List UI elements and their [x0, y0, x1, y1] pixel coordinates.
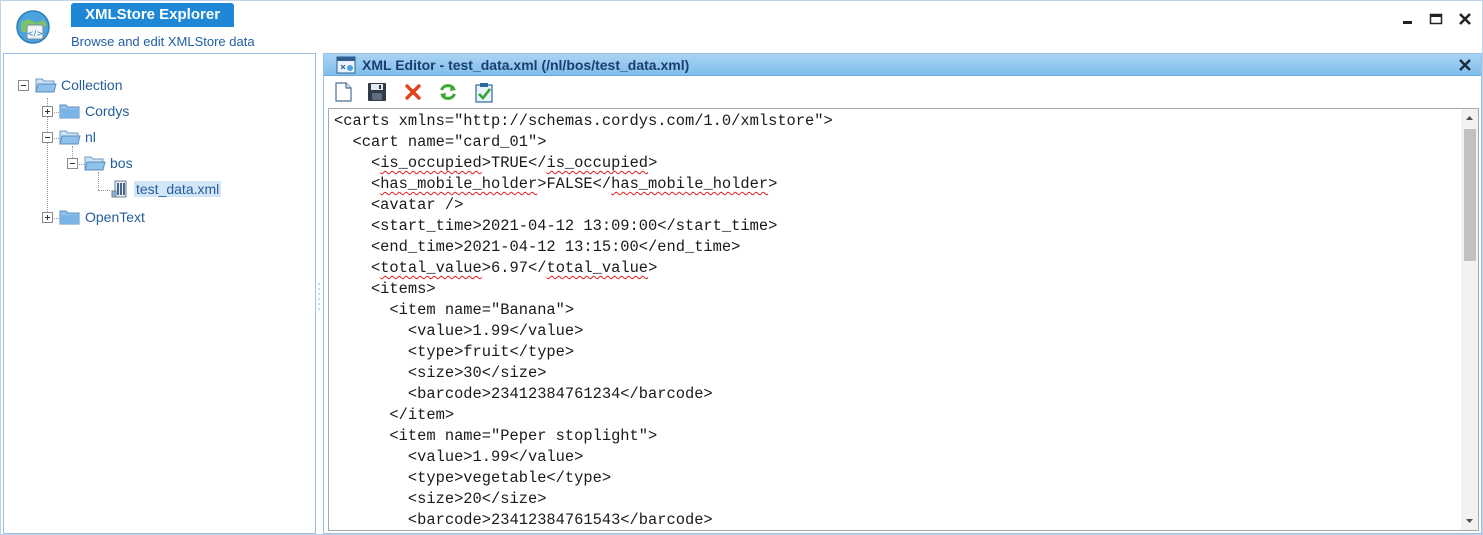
misspelled-token: is_occupied	[546, 154, 649, 172]
code-lines: <carts xmlns="http://schemas.cordys.com/…	[334, 111, 1459, 530]
misspelled-token: has_mobile_holder	[380, 175, 538, 193]
code-token: >	[648, 259, 658, 277]
tree-label-collection: Collection	[61, 77, 123, 93]
misspelled-token: total_value	[380, 259, 482, 277]
close-icon[interactable]	[1457, 57, 1473, 73]
editor-title: XML Editor - test_data.xml (/nl/bos/test…	[362, 57, 690, 73]
code-line: <start_time>2021-04-12 13:09:00</start_t…	[334, 217, 778, 235]
app-header: </> XMLStore Explorer Browse and edit XM…	[1, 1, 1482, 51]
open-folder-icon	[35, 78, 57, 93]
xmlstore-globe-icon: </>	[16, 10, 50, 44]
code-token: >	[768, 175, 778, 193]
scrollbar-thumb[interactable]	[1464, 129, 1476, 261]
code-line: <item name="Banana">	[334, 301, 575, 319]
code-line: <end_time>2021-04-12 13:15:00</end_time>	[334, 238, 741, 256]
delete-icon[interactable]	[402, 81, 424, 103]
folder-icon	[59, 210, 80, 225]
code-token: <	[334, 259, 381, 277]
misspelled-token: is_occupied	[380, 154, 482, 172]
code-line: <has_mobile_holder>FALSE</has_mobile_hol…	[334, 174, 1459, 195]
tree-node-collection[interactable]: Collection	[18, 75, 122, 95]
tree-connector	[98, 190, 110, 191]
code-line: <cart name="card_01">	[334, 133, 547, 151]
open-folder-icon	[84, 156, 106, 171]
code-token: >TRUE</	[481, 154, 547, 172]
collapse-icon[interactable]	[42, 131, 53, 143]
validate-icon[interactable]	[473, 81, 495, 103]
open-folder-icon	[59, 130, 81, 145]
code-line: <total_value>6.97</total_value>	[334, 258, 1459, 279]
collapse-icon[interactable]	[18, 79, 29, 91]
vertical-scrollbar[interactable]	[1461, 109, 1478, 530]
tree-node-opentext[interactable]: OpenText	[42, 207, 145, 227]
app-title: XMLStore Explorer	[71, 3, 235, 27]
tree-connector	[98, 172, 99, 190]
code-line: <type>fruit</type>	[334, 343, 575, 361]
scroll-down-arrow-icon[interactable]	[1461, 514, 1478, 528]
tree-node-bos[interactable]: bos	[67, 153, 133, 173]
tree-node-cordys[interactable]: Cordys	[42, 101, 129, 121]
close-icon[interactable]	[1456, 10, 1474, 28]
tree-node-nl[interactable]: nl	[42, 127, 96, 147]
splitter-grip-icon[interactable]	[317, 281, 321, 311]
misspelled-token: has_mobile_holder	[611, 175, 769, 193]
code-token: <	[334, 175, 381, 193]
code-token: >6.97</	[481, 259, 547, 277]
code-line: <is_occupied>TRUE</is_occupied>	[334, 153, 1459, 174]
code-line: <item name="Peper stoplight">	[334, 427, 658, 445]
collection-tree-panel: Collection Cordys nl bos test_data.xml O…	[3, 53, 316, 534]
tree-node-test-data-xml[interactable]: test_data.xml	[110, 179, 222, 199]
code-token: >	[648, 154, 658, 172]
code-line: <type>vegetable</type>	[334, 469, 612, 487]
expand-icon[interactable]	[42, 211, 53, 223]
minimize-icon[interactable]	[1399, 10, 1417, 28]
svg-text:</>: </>	[27, 29, 43, 38]
new-document-icon[interactable]	[332, 81, 354, 103]
xml-file-icon	[111, 180, 127, 198]
editor-toolbar	[324, 77, 1481, 107]
tree-label-cordys: Cordys	[85, 103, 130, 119]
code-line: <value>1.99</value>	[334, 322, 584, 340]
code-line: <carts xmlns="http://schemas.cordys.com/…	[334, 112, 833, 130]
code-token: <	[334, 154, 381, 172]
tree-label-test-data-xml: test_data.xml	[134, 181, 222, 197]
code-line: <avatar />	[334, 196, 464, 214]
tree-label-bos: bos	[110, 155, 133, 171]
xml-editor-icon	[336, 56, 356, 74]
misspelled-token: total_value	[546, 259, 649, 277]
folder-icon	[59, 104, 80, 119]
scroll-up-arrow-icon[interactable]	[1461, 111, 1478, 125]
code-line: </item>	[334, 406, 455, 424]
code-line: <value>1.99</value>	[334, 448, 584, 466]
code-line: <size>30</size>	[334, 364, 547, 382]
tree-label-nl: nl	[85, 129, 96, 145]
code-token: >FALSE</	[537, 175, 612, 193]
code-line: <barcode>23412384761543</barcode>	[334, 511, 713, 529]
xml-editor-panel: XML Editor - test_data.xml (/nl/bos/test…	[323, 53, 1482, 534]
code-line: <barcode>23412384761234</barcode>	[334, 385, 713, 403]
code-line: <size>20</size>	[334, 490, 547, 508]
tree-label-opentext: OpenText	[85, 209, 145, 225]
maximize-icon[interactable]	[1427, 10, 1445, 28]
editor-title-bar: XML Editor - test_data.xml (/nl/bos/test…	[324, 54, 1481, 76]
save-icon[interactable]	[366, 81, 388, 103]
code-line: <items>	[334, 280, 436, 298]
refresh-icon[interactable]	[437, 81, 459, 103]
collapse-icon[interactable]	[67, 157, 78, 169]
expand-icon[interactable]	[42, 105, 53, 117]
xml-code-editor[interactable]: <carts xmlns="http://schemas.cordys.com/…	[328, 108, 1479, 531]
app-subtitle: Browse and edit XMLStore data	[71, 34, 255, 49]
app-window: </> XMLStore Explorer Browse and edit XM…	[0, 0, 1483, 535]
